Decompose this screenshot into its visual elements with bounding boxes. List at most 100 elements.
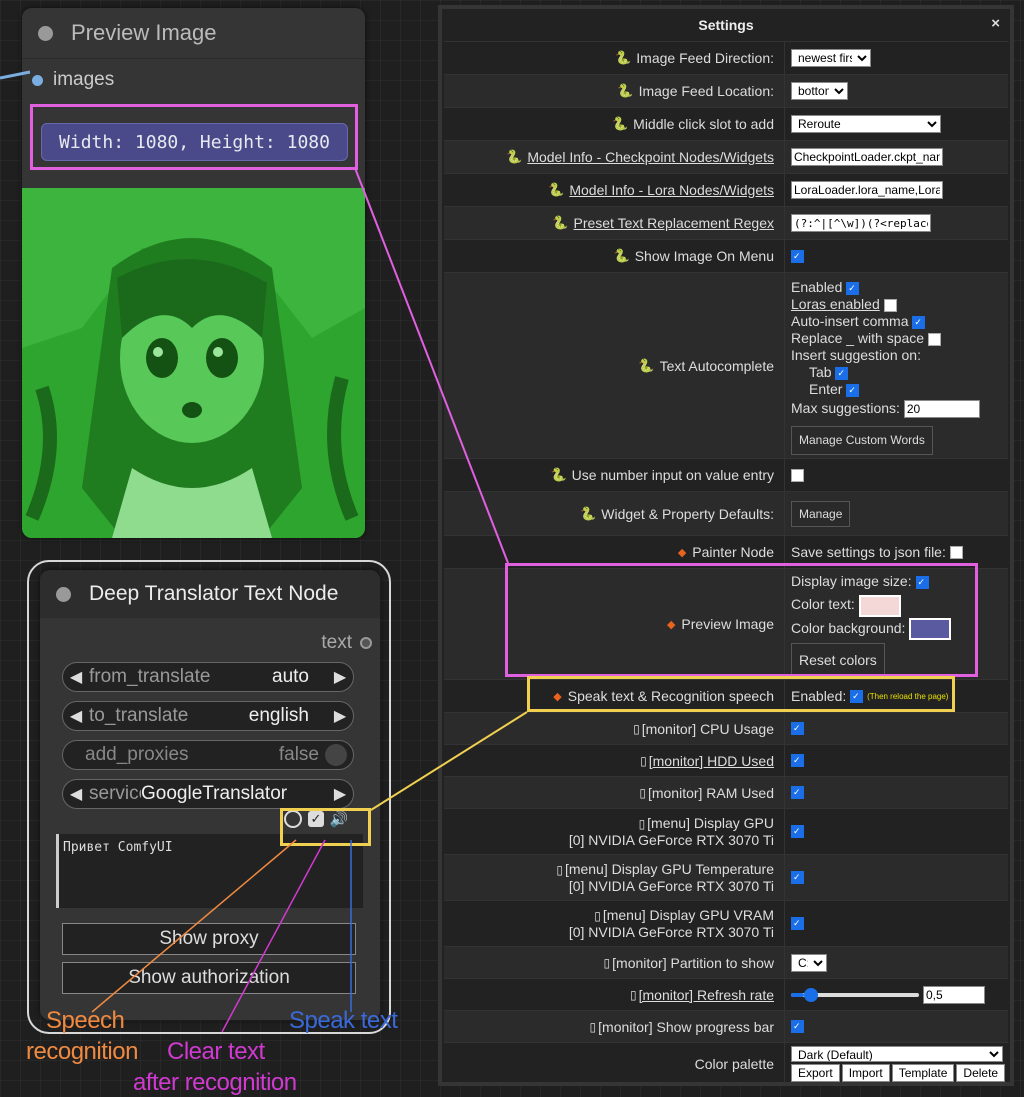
ac-replace-checkbox[interactable]: [927, 332, 941, 346]
model-info-ckpt-input[interactable]: [791, 148, 943, 166]
images-input-slot[interactable]: images: [22, 59, 365, 101]
hdd-checkbox[interactable]: [791, 754, 804, 767]
slider-thumb[interactable]: [803, 987, 818, 1002]
preview-image-node[interactable]: Preview Image images Width: 1080, Height…: [22, 8, 365, 538]
reload-note: (Then reload the page): [867, 691, 949, 701]
node-collapse-dot[interactable]: [56, 586, 71, 602]
checkbox-icon[interactable]: ✓: [308, 811, 324, 827]
widget-value: auto: [272, 666, 309, 687]
palette-delete-button[interactable]: Delete: [956, 1063, 1006, 1082]
palette-import-button[interactable]: Import: [841, 1063, 890, 1082]
setting-row-painter-node: ◆ Painter Node Save settings to json file…: [444, 535, 1008, 568]
show-authorization-button[interactable]: Show authorization: [62, 962, 356, 994]
ac-loras-checkbox[interactable]: [883, 298, 897, 312]
ac-enter-label: Enter: [809, 381, 843, 397]
middle-click-select[interactable]: Reroute: [791, 115, 941, 133]
setting-label: Color palette: [694, 1055, 774, 1072]
painter-json-checkbox[interactable]: [949, 545, 963, 559]
reset-colors-button[interactable]: Reset colors: [791, 642, 885, 678]
setting-label: [menu] Display GPU: [647, 815, 774, 831]
speak-enabled-checkbox[interactable]: [850, 689, 864, 703]
ac-enter-checkbox[interactable]: [846, 383, 860, 397]
snake-icon: 🐍: [615, 50, 632, 65]
translator-node-title: Deep Translator Text Node: [89, 582, 339, 605]
node-collapse-dot[interactable]: [38, 25, 53, 41]
number-input-checkbox[interactable]: [791, 468, 804, 482]
setting-row-preview-image: ◆ Preview Image Display image size: Color…: [444, 568, 1008, 679]
preview-node-title: Preview Image: [71, 20, 217, 45]
palette-select[interactable]: Dark (Default): [791, 1045, 1003, 1062]
color-bg-label: Color background:: [791, 619, 906, 636]
widget-defaults-manage-button[interactable]: Manage: [791, 500, 851, 527]
setting-row-ram: ▯ [monitor] RAM Used: [444, 776, 1008, 808]
speaker-icon[interactable]: 🔊: [330, 810, 349, 828]
progress-bar-checkbox[interactable]: [791, 1020, 804, 1033]
setting-label: Speak text & Recognition speech: [567, 688, 774, 704]
widget-label: add_proxies: [85, 744, 189, 765]
left-arrow-icon[interactable]: ◀: [63, 706, 89, 726]
setting-row-gpu-temp: ▯ [menu] Display GPU Temperature [0] NVID…: [444, 854, 1008, 900]
preset-regex-input[interactable]: [791, 214, 931, 232]
translator-text-area[interactable]: Привет ComfyUI: [56, 834, 363, 908]
ac-enabled-label: Enabled: [791, 279, 843, 295]
record-circle-icon[interactable]: [284, 810, 302, 828]
widget-value: english: [248, 705, 309, 726]
palette-template-button[interactable]: Template: [891, 1063, 955, 1082]
setting-label: Model Info - Lora Nodes/Widgets: [569, 182, 774, 198]
partition-select[interactable]: C:\: [791, 953, 827, 972]
slider-fill: [791, 992, 804, 997]
ac-auto-insert-checkbox[interactable]: [912, 315, 926, 329]
refresh-rate-slider[interactable]: [791, 987, 919, 1002]
cpu-checkbox[interactable]: [791, 722, 804, 735]
right-arrow-icon[interactable]: ▶: [327, 667, 353, 687]
add-proxies-toggle[interactable]: add_proxies false: [62, 740, 354, 770]
translator-node-header[interactable]: Deep Translator Text Node: [40, 570, 380, 618]
preview-node-header[interactable]: Preview Image: [22, 8, 365, 59]
box-icon: ▯: [589, 1019, 597, 1034]
diamond-icon: ◆: [677, 546, 687, 559]
ac-auto-insert-label: Auto-insert comma: [791, 313, 909, 329]
ac-max-input[interactable]: [903, 400, 980, 418]
output-dot-icon[interactable]: [360, 637, 372, 649]
ac-enabled-checkbox[interactable]: [846, 281, 860, 295]
speech-icon-bar: ✓ 🔊: [284, 810, 348, 828]
ac-loras-label: Loras enabled: [791, 296, 880, 312]
manage-custom-words-button[interactable]: Manage Custom Words: [791, 426, 933, 455]
palette-export-button[interactable]: Export: [791, 1063, 840, 1082]
left-arrow-icon[interactable]: ◀: [63, 667, 89, 687]
service-combo[interactable]: ◀ service GoogleTranslator ▶: [62, 779, 354, 809]
text-output-slot[interactable]: text: [321, 632, 372, 654]
slot-dot-icon[interactable]: [32, 74, 43, 86]
setting-label: Image Feed Location:: [638, 83, 774, 99]
setting-sublabel: [0] NVIDIA GeForce RTX 3070 Ti: [568, 832, 774, 848]
deep-translator-node[interactable]: Deep Translator Text Node text ◀ from_tr…: [40, 570, 380, 1020]
show-image-menu-checkbox[interactable]: [791, 249, 804, 263]
left-arrow-icon[interactable]: ◀: [63, 784, 89, 804]
color-text-swatch[interactable]: [858, 594, 901, 617]
ac-tab-checkbox[interactable]: [835, 366, 849, 380]
right-arrow-icon[interactable]: ▶: [327, 784, 353, 804]
color-bg-swatch[interactable]: [909, 617, 952, 640]
model-info-lora-input[interactable]: [791, 181, 943, 199]
to-translate-combo[interactable]: ◀ to_translate english ▶: [62, 701, 354, 731]
feed-direction-select[interactable]: newest first: [791, 49, 871, 67]
close-icon[interactable]: ×: [991, 15, 1000, 32]
gpu-vram-checkbox[interactable]: [791, 917, 804, 930]
gpu-checkbox[interactable]: [791, 825, 804, 838]
toggle-knob-icon[interactable]: [325, 744, 347, 766]
setting-row-progress-bar: ▯ [monitor] Show progress bar: [444, 1010, 1008, 1042]
gpu-temp-checkbox[interactable]: [791, 871, 804, 884]
snake-icon: 🐍: [552, 215, 569, 230]
show-proxy-button[interactable]: Show proxy: [62, 923, 356, 955]
ram-checkbox[interactable]: [791, 786, 804, 799]
feed-location-select[interactable]: bottom: [791, 82, 848, 100]
display-size-checkbox[interactable]: [915, 576, 929, 589]
setting-row-show-image-menu: 🐍 Show Image On Menu: [444, 239, 1008, 272]
snake-icon: 🐍: [550, 467, 567, 482]
refresh-rate-input[interactable]: [923, 985, 985, 1004]
setting-label: Use number input on value entry: [571, 467, 774, 483]
from-translate-combo[interactable]: ◀ from_translate auto ▶: [62, 662, 354, 692]
painter-json-label: Save settings to json file:: [791, 544, 946, 560]
setting-label: [monitor] Refresh rate: [638, 986, 774, 1003]
right-arrow-icon[interactable]: ▶: [327, 706, 353, 726]
